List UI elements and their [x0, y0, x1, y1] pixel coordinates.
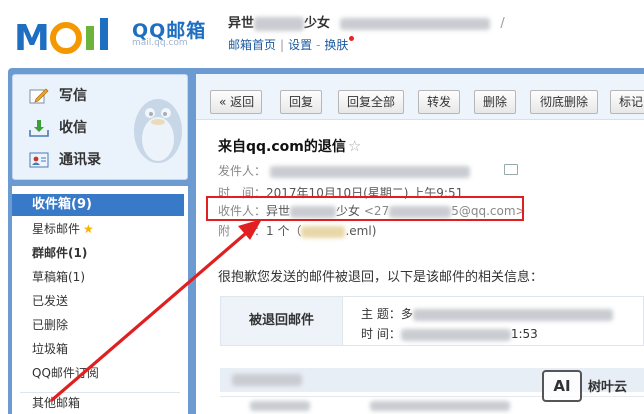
watermark-badge: AI: [542, 370, 582, 402]
sender-label: 发件人：: [218, 164, 267, 178]
folder-drafts[interactable]: 草稿箱(1): [12, 266, 184, 288]
reply-all-button[interactable]: 回复全部: [338, 90, 404, 114]
skin-new-dot: [349, 36, 355, 41]
qqmail-logo[interactable]: M: [14, 14, 132, 58]
folder-subscriptions[interactable]: QQ邮件订阅: [12, 362, 184, 384]
delete-button[interactable]: 删除: [474, 90, 516, 114]
product-domain: mail.qq.com: [132, 38, 188, 48]
user-name-suffix: 少女: [304, 16, 331, 31]
bounce-time-label: 时 间：: [361, 327, 401, 341]
compose-icon: [29, 88, 49, 104]
mail-subject: 来自qq.com的退信 ☆: [218, 136, 361, 156]
folder-group-mail[interactable]: 群邮件(1): [12, 242, 184, 264]
contacts-icon: [29, 152, 49, 168]
bounce-subject-label: 主 题：多: [361, 307, 413, 321]
link-change-skin[interactable]: 换肤: [324, 38, 348, 52]
watermark: AI 树叶云: [540, 366, 644, 406]
bounce-table-label: 被退回邮件: [221, 297, 343, 345]
mail-subject-text: 来自qq.com的退信: [218, 139, 346, 155]
folder-list: 收件箱(9) 星标邮件 ★ 群邮件(1) 草稿箱(1) 已发送 已删除 垃圾箱 Q…: [12, 186, 188, 414]
star-outline-icon[interactable]: ☆: [348, 137, 361, 155]
redacted-attachment-name: [301, 225, 346, 238]
star-icon: ★: [83, 222, 94, 236]
redacted-bounce-time: [400, 328, 511, 341]
user-name-prefix: 异世: [228, 16, 255, 31]
link-mailbox-home[interactable]: 邮箱首页: [228, 38, 276, 52]
folder-deleted[interactable]: 已删除: [12, 314, 184, 336]
check-mail-label: 收信: [59, 120, 87, 136]
attachment-extension[interactable]: .eml): [345, 224, 376, 238]
bounce-time-row: 时 间： 1:53: [361, 325, 538, 342]
recipient-highlight-box: [206, 196, 524, 221]
attachment-row: 附 件：1 个（ .eml): [218, 222, 376, 239]
qq-penguin-icon: [134, 99, 182, 163]
redacted-sender: [269, 165, 470, 178]
redacted-section-title: [232, 374, 302, 386]
user-name-line[interactable]: 异世 少女 /: [228, 12, 505, 31]
redacted-bounce-subject: [412, 308, 613, 321]
forward-button[interactable]: 转发: [418, 90, 460, 114]
bounce-info-table: 被退回邮件 主 题：多 时 间： 1:53: [220, 296, 644, 346]
quick-actions: 写信 收信 通讯录: [12, 74, 188, 180]
account-caret-icon[interactable]: /: [500, 16, 504, 31]
compose-label: 写信: [59, 88, 87, 104]
link-separator: -: [316, 38, 321, 52]
redacted-user-email: [340, 17, 491, 30]
folder-other-mailboxes[interactable]: 其他邮箱: [12, 392, 184, 414]
mail-toolbar: « 返回 回复 回复全部 转发 删除 彻底删除 标记: [196, 74, 644, 120]
link-separator: |: [280, 38, 285, 52]
link-settings[interactable]: 设置: [288, 38, 312, 52]
back-button[interactable]: « 返回: [210, 90, 262, 114]
bounce-subject-row: 主 题：多: [361, 305, 613, 322]
watermark-text: 树叶云: [588, 380, 628, 395]
svg-text:M: M: [14, 18, 49, 58]
folder-starred[interactable]: 星标邮件 ★: [12, 218, 184, 240]
mail-header: M QQ邮箱 mail.qq.com 异世 少女 / 邮箱首页 | 设置 - 换肤: [0, 0, 644, 66]
redacted-user-name: [254, 16, 305, 31]
folder-starred-label: 星标邮件: [32, 222, 81, 236]
folder-sent[interactable]: 已发送: [12, 290, 184, 312]
business-card-icon[interactable]: [504, 164, 518, 175]
bounce-message: 很抱歉您发送的邮件被退回，以下是该邮件的相关信息：: [218, 270, 544, 285]
left-sidebar: 写信 收信 通讯录 收件箱(9) 星标邮件 ★ 群邮件(1) 草稿箱(1) 已发…: [12, 74, 188, 414]
header-nav-links: 邮箱首页 | 设置 - 换肤: [228, 36, 355, 53]
contacts-label: 通讯录: [59, 152, 101, 168]
attachment-count: 1 个（: [266, 224, 302, 238]
mail-reader: « 返回 回复 回复全部 转发 删除 彻底删除 标记 来自qq.com的退信 ☆ …: [196, 74, 644, 414]
folder-spam[interactable]: 垃圾箱: [12, 338, 184, 360]
reply-button[interactable]: 回复: [280, 90, 322, 114]
inbox-download-icon: [29, 120, 49, 137]
attachment-label: 附 件：: [218, 224, 267, 238]
permanent-delete-button[interactable]: 彻底删除: [530, 90, 598, 114]
bounce-time-tail: 1:53: [510, 327, 538, 341]
redacted-detail-label: [250, 401, 310, 411]
sender-row: 发件人：: [218, 162, 470, 179]
redacted-detail-value: [370, 401, 510, 411]
mark-button[interactable]: 标记: [610, 90, 644, 114]
folder-inbox[interactable]: 收件箱(9): [12, 194, 184, 216]
